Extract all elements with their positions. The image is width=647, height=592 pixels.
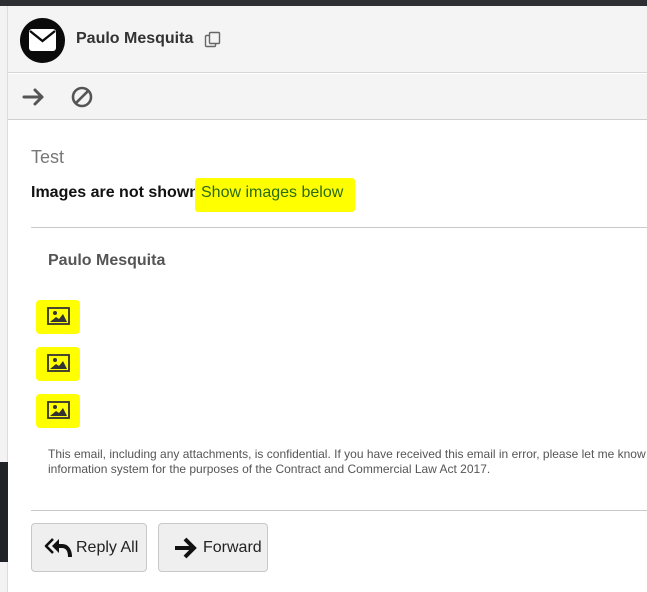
image-icon: [47, 354, 70, 372]
confidentiality-disclaimer: This email, including any attachments, i…: [48, 447, 647, 477]
image-placeholder[interactable]: [36, 394, 80, 428]
copy-icon[interactable]: [204, 31, 222, 49]
message-header: Paulo Mesquita: [8, 6, 647, 73]
reply-all-button[interactable]: Reply All: [31, 523, 147, 572]
disclaimer-line: information system for the purposes of t…: [48, 462, 491, 476]
forward-label: Forward: [203, 538, 262, 556]
image-icon: [47, 401, 70, 419]
arrow-right-icon: [171, 534, 199, 562]
sender-name: Paulo Mesquita: [76, 30, 194, 47]
left-dark-panel: [0, 462, 8, 562]
forward-arrow-button[interactable]: [20, 83, 48, 111]
sender-avatar: [20, 18, 65, 63]
image-icon: [47, 307, 70, 325]
block-sender-button[interactable]: [68, 83, 96, 111]
image-placeholder[interactable]: [36, 347, 80, 381]
images-hidden-notice: Images are not shown.: [31, 184, 204, 201]
reply-all-icon: [44, 534, 72, 562]
reply-all-label: Reply All: [76, 538, 139, 556]
message-toolbar: [8, 74, 647, 120]
divider: [31, 510, 647, 511]
block-icon: [71, 86, 93, 108]
show-images-link[interactable]: Show images below: [195, 178, 356, 212]
image-placeholder[interactable]: [36, 300, 80, 334]
message-subject: Test: [31, 147, 65, 167]
envelope-icon: [29, 29, 56, 51]
divider: [31, 227, 647, 228]
disclaimer-line: This email, including any attachments, i…: [48, 447, 646, 461]
arrow-right-icon: [22, 88, 44, 106]
body-sender-name: Paulo Mesquita: [48, 252, 166, 269]
forward-button[interactable]: Forward: [158, 523, 268, 572]
